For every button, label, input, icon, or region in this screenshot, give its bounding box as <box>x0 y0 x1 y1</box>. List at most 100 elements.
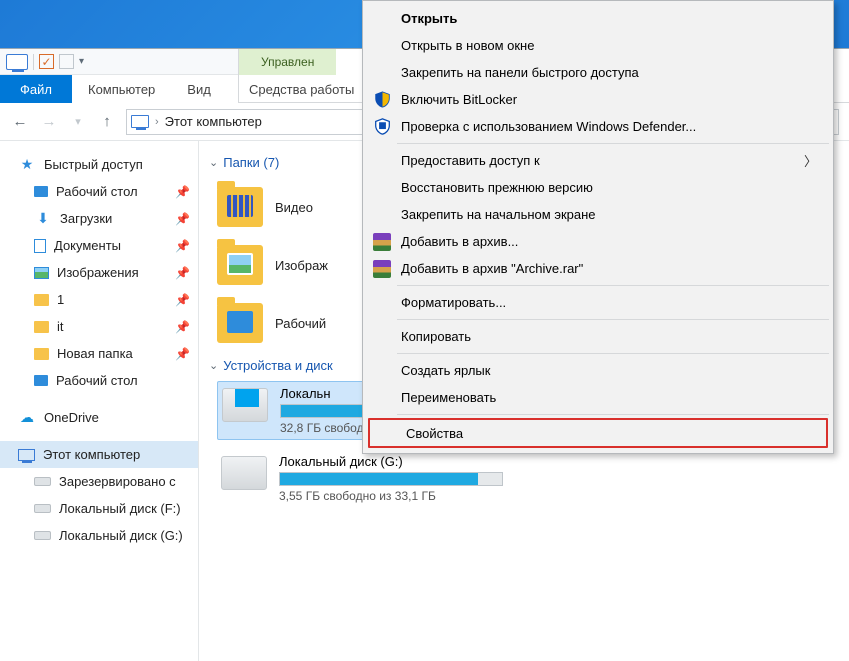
ctx-share-access[interactable]: Предоставить доступ к 〉 <box>365 147 831 174</box>
ctx-open[interactable]: Открыть <box>365 5 831 32</box>
drive-free-text: 3,55 ГБ свободно из 33,1 ГБ <box>279 489 503 503</box>
sidebar-item-pictures[interactable]: Изображения 📌 <box>0 259 198 286</box>
ctx-properties[interactable]: Свойства <box>368 418 828 448</box>
ctx-label: Переименовать <box>401 390 496 405</box>
sidebar-item-this-pc[interactable]: Этот компьютер <box>0 441 198 468</box>
manage-contextual-tab[interactable]: Управлен <box>238 49 336 75</box>
folder-icon <box>217 303 263 343</box>
sidebar-item-reserved[interactable]: Зарезервировано с <box>0 468 198 495</box>
menu-separator <box>397 353 829 354</box>
ctx-label: Проверка с использованием Windows Defend… <box>401 119 696 134</box>
sidebar-item-downloads[interactable]: ⬇ Загрузки 📌 <box>0 205 198 232</box>
folder-label: Рабочий <box>275 316 326 331</box>
sidebar-label: Рабочий стол <box>56 184 138 199</box>
sidebar-item-folder-new[interactable]: Новая папка 📌 <box>0 340 198 367</box>
ctx-add-to-archive[interactable]: Добавить в архив... <box>365 228 831 255</box>
forward-button[interactable]: → <box>39 112 59 132</box>
folder-icon <box>217 245 263 285</box>
download-icon: ⬇ <box>34 211 52 227</box>
capacity-bar <box>279 472 503 486</box>
sidebar-item-desktop[interactable]: Рабочий стол 📌 <box>0 178 198 205</box>
blank-icon[interactable] <box>59 54 74 69</box>
sidebar-item-disk-f[interactable]: Локальный диск (F:) <box>0 495 198 522</box>
qat-dropdown[interactable]: ▾ <box>79 56 84 67</box>
this-pc-icon <box>131 115 149 128</box>
ctx-pin-start[interactable]: Закрепить на начальном экране <box>365 201 831 228</box>
sidebar-item-documents[interactable]: Документы 📌 <box>0 232 198 259</box>
view-tab[interactable]: Вид <box>171 75 227 103</box>
folder-icon <box>217 187 263 227</box>
quick-access-root[interactable]: ★ Быстрый доступ <box>0 151 198 178</box>
menu-separator <box>397 143 829 144</box>
pin-icon: 📌 <box>175 266 190 280</box>
ribbon-tabs: Файл Компьютер Вид <box>0 75 238 103</box>
ctx-label: Закрепить на начальном экране <box>401 207 596 222</box>
ctx-pin-quick-access[interactable]: Закрепить на панели быстрого доступа <box>365 59 831 86</box>
sidebar-label: Документы <box>54 238 121 253</box>
folder-label: Видео <box>275 200 313 215</box>
this-pc-icon <box>18 449 35 461</box>
ctx-enable-bitlocker[interactable]: Включить BitLocker <box>365 86 831 113</box>
sidebar-label: Рабочий стол <box>56 373 138 388</box>
folder-label: Изображ <box>275 258 328 273</box>
breadcrumb-this-pc[interactable]: Этот компьютер <box>165 114 262 129</box>
winrar-icon <box>373 233 391 251</box>
context-menu: Открыть Открыть в новом окне Закрепить н… <box>362 0 834 454</box>
ctx-label: Восстановить прежнюю версию <box>401 180 593 195</box>
menu-separator <box>397 285 829 286</box>
folder-icon <box>34 294 49 306</box>
ctx-label: Создать ярлык <box>401 363 490 378</box>
ctx-copy[interactable]: Копировать <box>365 323 831 350</box>
this-pc-icon[interactable] <box>6 54 28 70</box>
folder-icon <box>34 321 49 333</box>
ctx-restore-previous[interactable]: Восстановить прежнюю версию <box>365 174 831 201</box>
folder-icon <box>34 348 49 360</box>
drive-icon <box>221 456 267 490</box>
drive-item-g[interactable]: Локальный диск (G:) 3,55 ГБ свободно из … <box>217 450 507 507</box>
shield-icon <box>373 91 391 109</box>
separator <box>33 54 34 70</box>
sidebar-label: 1 <box>57 292 64 307</box>
sidebar-item-disk-g[interactable]: Локальный диск (G:) <box>0 522 198 549</box>
sidebar-item-folder-it[interactable]: it 📌 <box>0 313 198 340</box>
sidebar-label: Загрузки <box>60 211 112 226</box>
back-button[interactable]: ← <box>10 112 30 132</box>
sidebar-item-onedrive[interactable]: ☁ OneDrive <box>0 404 198 431</box>
group-label: Устройства и диск <box>223 358 333 373</box>
disk-icon <box>34 531 51 540</box>
sidebar-item-folder-1[interactable]: 1 📌 <box>0 286 198 313</box>
sidebar-item-desktop-2[interactable]: Рабочий стол <box>0 367 198 394</box>
ctx-open-new-window[interactable]: Открыть в новом окне <box>365 32 831 59</box>
ctx-add-archive-rar[interactable]: Добавить в архив "Archive.rar" <box>365 255 831 282</box>
sidebar-label: Новая папка <box>57 346 133 361</box>
ctx-label: Свойства <box>406 426 463 441</box>
checkbox-icon[interactable]: ✓ <box>39 54 54 69</box>
star-icon: ★ <box>18 157 36 173</box>
menu-separator <box>397 319 829 320</box>
ctx-format[interactable]: Форматировать... <box>365 289 831 316</box>
ctx-rename[interactable]: Переименовать <box>365 384 831 411</box>
chevron-down-icon: ⌄ <box>209 156 218 169</box>
sidebar-label: Изображения <box>57 265 139 280</box>
file-tab[interactable]: Файл <box>0 75 72 103</box>
pin-icon: 📌 <box>175 212 190 226</box>
defender-shield-icon <box>373 118 391 136</box>
ctx-windows-defender[interactable]: Проверка с использованием Windows Defend… <box>365 113 831 140</box>
pin-icon: 📌 <box>175 185 190 199</box>
pin-icon: 📌 <box>175 347 190 361</box>
sidebar-label: Локальный диск (F:) <box>59 501 181 516</box>
ctx-label: Открыть в новом окне <box>401 38 534 53</box>
sidebar-label: Локальный диск (G:) <box>59 528 183 543</box>
computer-tab[interactable]: Компьютер <box>72 75 171 103</box>
disk-icon <box>34 504 51 513</box>
pin-icon: 📌 <box>175 239 190 253</box>
drive-tools-tab[interactable]: Средства работы <box>238 75 364 103</box>
navigation-pane: ★ Быстрый доступ Рабочий стол 📌 ⬇ Загруз… <box>0 141 199 661</box>
document-icon <box>34 239 46 253</box>
desktop-icon <box>34 375 48 386</box>
disk-icon <box>34 477 51 486</box>
ctx-label: Закрепить на панели быстрого доступа <box>401 65 639 80</box>
history-dropdown[interactable]: ▾ <box>68 112 88 132</box>
up-button[interactable]: ↑ <box>97 112 117 132</box>
ctx-create-shortcut[interactable]: Создать ярлык <box>365 357 831 384</box>
